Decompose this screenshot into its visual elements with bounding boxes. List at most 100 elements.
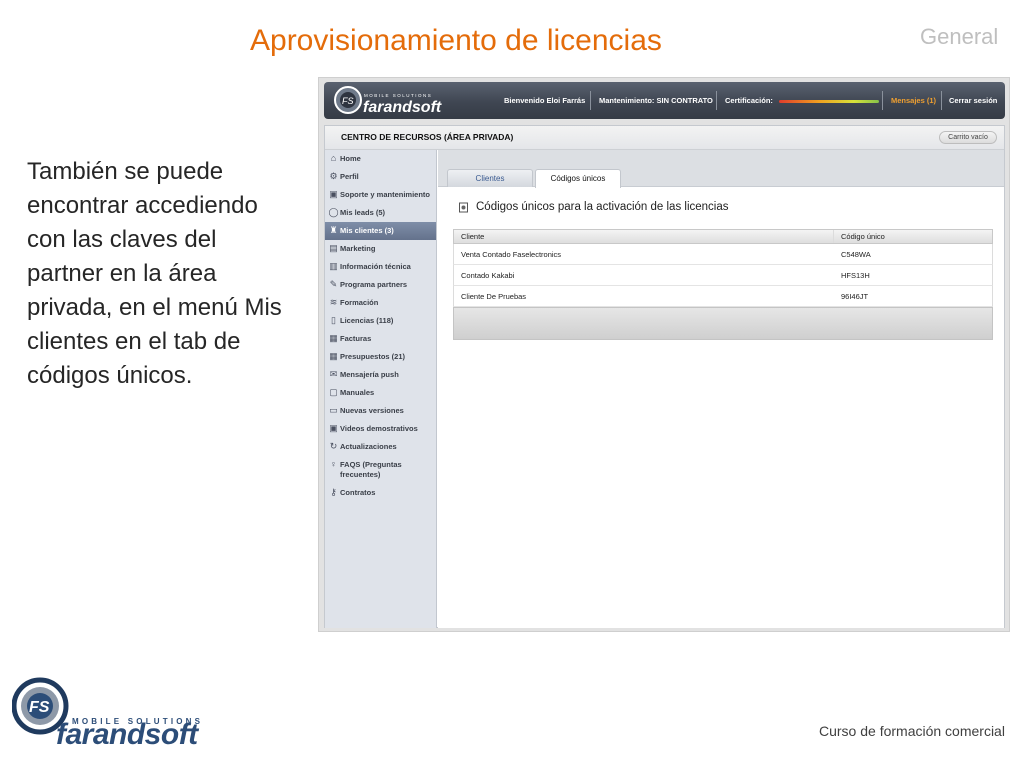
app-top-bar: FS MOBILE SOLUTIONS farandsoft Bienvenid… [324,82,1005,119]
sidebar-item-label: FAQS (Preguntas frecuentes) [340,460,402,479]
envelope-icon: ✉ [329,369,338,379]
sidebar-item-label: Programa partners [340,280,408,289]
monitor-icon: ▣ [329,189,338,199]
cell-client: Venta Contado Faselectronics [461,250,562,259]
sidebar-item-label: Perfil [340,172,359,181]
users-icon: ♜ [329,225,338,235]
sidebar-item-formación[interactable]: ≋ Formación [325,294,436,312]
sidebar-item-label: Contratos [340,488,376,497]
key-icon: ⚷ [330,487,337,497]
column-header-code[interactable]: Código único [834,230,992,243]
sidebar-item-perfil[interactable]: ⚙ Perfil [325,168,436,186]
sidebar-item-manuales[interactable]: ▢ Manuales [325,384,436,402]
phone-icon: ▯ [331,315,336,325]
main-content: Clientes Códigos únicos Códigos únicos p… [438,150,1004,628]
sidebar-item-presupuestos-21[interactable]: ▦ Presupuestos (21) [325,348,436,366]
pencil-icon: ✎ [329,279,338,289]
sidebar-item-contratos[interactable]: ⚷ Contratos [325,484,436,502]
table-row[interactable]: Cliente De Pruebas 96I46JT [453,286,993,307]
sidebar-item-información-técnica[interactable]: ▥ Información técnica [325,258,436,276]
certification-level-bar [779,100,879,103]
sidebar-item-programa-partners[interactable]: ✎ Programa partners [325,276,436,294]
calculator-icon: ▦ [329,351,338,361]
cell-unique-code: 96I46JT [841,292,869,301]
sidebar-item-label: Manuales [340,388,375,397]
gear-icon: ⚙ [329,171,338,181]
sidebar-item-label: Formación [340,298,379,307]
table-footer [453,307,993,340]
speech-bubble-icon: ◯ [328,207,339,217]
sidebar-item-label: Facturas [340,334,372,343]
sidebar-item-label: Soporte y mantenimiento [340,190,431,199]
tab-clientes[interactable]: Clientes [447,169,533,187]
footer-course-title: Curso de formación comercial [819,723,1005,739]
sidebar-item-label: Mis leads (5) [340,208,386,217]
sidebar-item-videos-demostrativos[interactable]: ▣ Videos demostrativos [325,420,436,438]
graduation-cap-icon: ≋ [329,297,338,307]
sidebar-item-mis-leads-5[interactable]: ◯ Mis leads (5) [325,204,436,222]
svg-text:MOBILE SOLUTIONS: MOBILE SOLUTIONS [364,93,432,98]
sidebar-item-label: Mis clientes (3) [340,226,394,235]
sidebar-item-licencias-118[interactable]: ▯ Licencias (118) [325,312,436,330]
section-title: Códigos únicos para la activación de las… [476,201,729,213]
messages-link[interactable]: Mensajes (1) [891,82,936,119]
column-header-client[interactable]: Cliente [454,230,834,243]
cell-unique-code: HFS13H [841,271,870,280]
svg-text:farandsoft: farandsoft [56,718,200,748]
slide-title: Aprovisionamiento de licencias [250,24,662,57]
svg-text:farandsoft: farandsoft [363,99,442,116]
briefcase-icon: ▤ [329,243,338,253]
sidebar-item-mensajería-push[interactable]: ✉ Mensajería push [325,366,436,384]
table-row[interactable]: Contado Kakabi HFS13H [453,265,993,286]
table-row[interactable]: Venta Contado Faselectronics C548WA [453,244,993,265]
app-screenshot: FS MOBILE SOLUTIONS farandsoft Bienvenid… [318,77,1010,632]
document-icon: ▢ [329,387,338,397]
slide-body-text: También se puede encontrar accediendo co… [27,158,282,389]
svg-text:FS: FS [29,699,50,716]
cell-unique-code: C548WA [841,250,871,259]
farandsoft-logo-small: FS MOBILE SOLUTIONS farandsoft [334,86,442,116]
section-tag: General [920,24,999,49]
sidebar-item-nuevas-versiones[interactable]: ▭ Nuevas versiones [325,402,436,420]
sidebar-item-facturas[interactable]: ▦ Facturas [325,330,436,348]
maintenance-status: Mantenimiento: SIN CONTRATO [599,96,713,105]
sidebar-item-label: Presupuestos (21) [340,352,406,361]
video-icon: ▣ [329,423,338,433]
sidebar-item-label: Nuevas versiones [340,406,404,415]
farandsoft-logo: FS MOBILE SOLUTIONS farandsoft [12,677,201,748]
sidebar-item-label: Información técnica [340,262,411,271]
sidebar-item-faqs-preguntas-frecuentes[interactable]: ♀ FAQS (Preguntas frecuentes) [325,456,436,484]
sidebar-item-label: Home [340,154,361,163]
document-icon [459,202,468,213]
sidebar-item-home[interactable]: ⌂ Home [325,150,436,168]
logout-link[interactable]: Cerrar sesión [949,82,997,119]
chart-icon: ▥ [329,261,338,271]
sidebar-item-label: Actualizaciones [340,442,397,451]
welcome-text: Bienvenido Eloi Farrás [504,96,586,105]
sidebar-item-label: Videos demostrativos [340,424,418,433]
sidebar-menu: ⌂ Home ⚙ Perfil ▣ Soporte y mantenimiento ◯ Mis… [325,150,437,628]
lightbulb-icon: ♀ [330,459,337,469]
panel-title: CENTRO DE RECURSOS (ÁREA PRIVADA) [341,132,514,142]
sidebar-item-mis-clientes-3[interactable]: ♜ Mis clientes (3) [325,222,436,240]
sidebar-item-label: Mensajería push [340,370,399,379]
sidebar-item-soporte-y-mantenimiento[interactable]: ▣ Soporte y mantenimiento [325,186,436,204]
unique-codes-table: Cliente Código único Venta Contado Fasel… [453,229,993,340]
cell-client: Cliente De Pruebas [461,292,527,301]
svg-text:FS: FS [342,96,354,106]
cart-button[interactable]: Carrito vacío [939,131,997,144]
folder-icon: ▭ [329,405,338,415]
certification-label: Certificación: [725,96,773,105]
resource-center-panel: CENTRO DE RECURSOS (ÁREA PRIVADA) Carrit… [324,125,1005,628]
table-header: Cliente Código único [453,229,993,244]
tab-codigos-unicos[interactable]: Códigos únicos [535,169,621,188]
sidebar-item-label: Marketing [340,244,376,253]
refresh-icon: ↻ [329,441,338,451]
sidebar-item-actualizaciones[interactable]: ↻ Actualizaciones [325,438,436,456]
sidebar-item-marketing[interactable]: ▤ Marketing [325,240,436,258]
panel-header: CENTRO DE RECURSOS (ÁREA PRIVADA) Carrit… [325,126,1004,150]
home-icon: ⌂ [330,153,337,163]
cell-client: Contado Kakabi [461,271,515,280]
invoice-icon: ▦ [329,333,338,343]
tab-strip: Clientes Códigos únicos [438,150,1004,188]
